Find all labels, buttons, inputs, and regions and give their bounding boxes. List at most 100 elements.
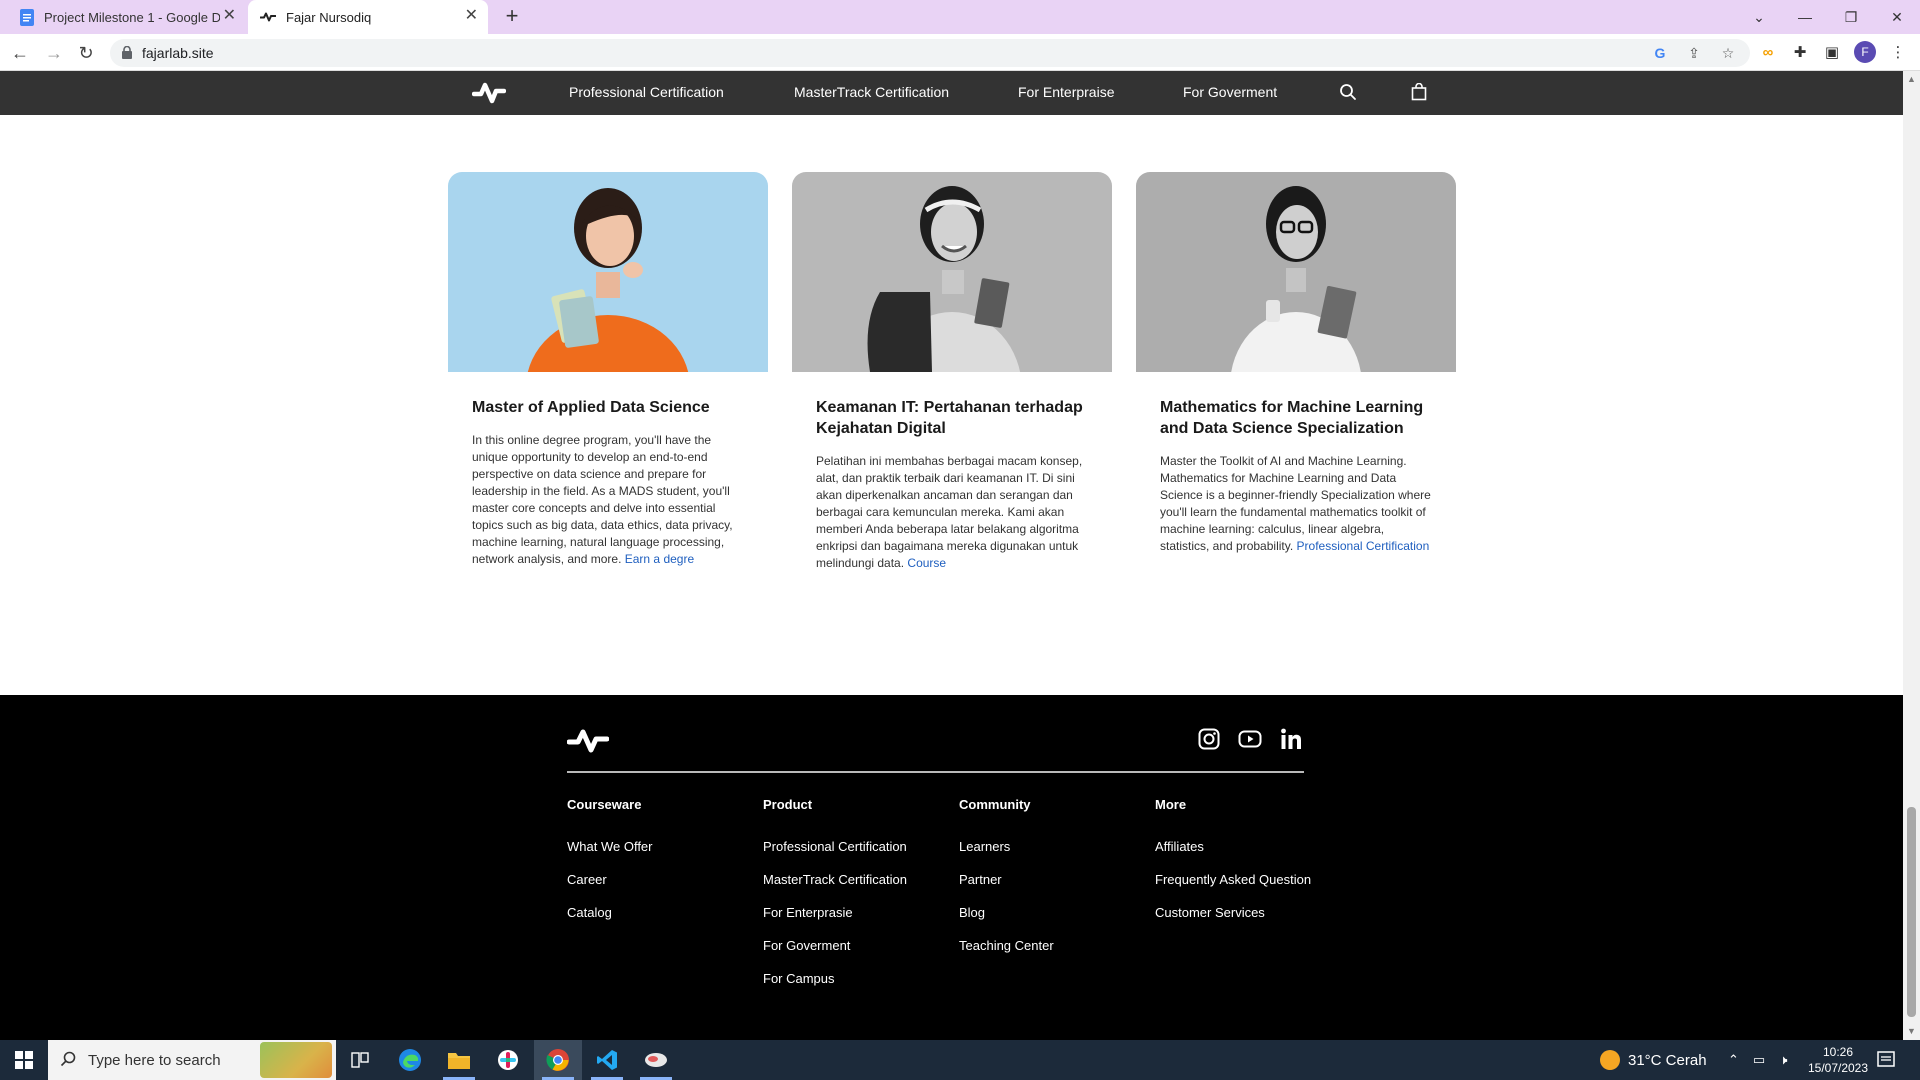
course-title[interactable]: Master of Applied Data Science: [472, 397, 744, 418]
taskbar-app-edge[interactable]: [386, 1040, 434, 1080]
footer-link[interactable]: Frequently Asked Question: [1155, 872, 1311, 905]
reload-button[interactable]: ↻: [74, 41, 98, 65]
course-image: [1136, 172, 1456, 372]
nav-for-goverment[interactable]: For Goverment: [1183, 84, 1277, 100]
taskbar-search-box[interactable]: Type here to search: [48, 1040, 336, 1080]
footer-link[interactable]: Customer Services: [1155, 905, 1311, 938]
footer-link[interactable]: MasterTrack Certification: [763, 872, 907, 905]
search-icon[interactable]: [1339, 83, 1357, 101]
page-scrollbar[interactable]: ▲ ▼: [1903, 71, 1920, 1040]
instagram-icon[interactable]: [1198, 728, 1220, 750]
footer-link[interactable]: For Campus: [763, 971, 907, 1004]
tab-title: Project Milestone 1 - Google Docs: [44, 9, 220, 25]
address-bar[interactable]: fajarlab.site G ⇪ ☆: [110, 39, 1750, 67]
close-window-button[interactable]: ✕: [1874, 0, 1920, 34]
taskbar-app-chrome[interactable]: [534, 1040, 582, 1080]
restore-button[interactable]: ❐: [1828, 0, 1874, 34]
course-title[interactable]: Keamanan IT: Pertahanan terhadap Kejahat…: [816, 397, 1088, 439]
course-title[interactable]: Mathematics for Machine Learning and Dat…: [1160, 397, 1432, 439]
course-description: In this online degree program, you'll ha…: [472, 432, 744, 568]
vscode-icon: [597, 1050, 617, 1070]
courses-section: Master of Applied Data Science In this o…: [0, 115, 1903, 695]
extension-icon[interactable]: ∞: [1758, 41, 1778, 63]
bookmark-star-icon[interactable]: ☆: [1718, 43, 1738, 63]
taskbar-clock[interactable]: 10:26 15/07/2023: [1800, 1044, 1876, 1076]
footer-link[interactable]: Catalog: [567, 905, 653, 938]
footer-link[interactable]: Affiliates: [1155, 839, 1311, 872]
tab-title: Fajar Nursodiq: [286, 9, 372, 25]
taskbar-app-vscode[interactable]: [583, 1040, 631, 1080]
course-link[interactable]: Course: [907, 556, 946, 570]
taskbar-app-slack[interactable]: [484, 1040, 532, 1080]
linkedin-icon[interactable]: [1280, 728, 1302, 750]
site-logo-icon[interactable]: [472, 81, 506, 105]
taskbar-app-pinned[interactable]: [632, 1040, 680, 1080]
new-tab-button[interactable]: +: [500, 5, 524, 29]
course-link[interactable]: Earn a degre: [625, 552, 694, 566]
lock-icon: [122, 46, 132, 59]
footer-link[interactable]: Partner: [959, 872, 1054, 905]
footer-link[interactable]: Professional Certification: [763, 839, 907, 872]
footer-logo-icon[interactable]: [567, 728, 609, 754]
notification-icon[interactable]: [1876, 1050, 1896, 1070]
share-icon[interactable]: ⇪: [1684, 43, 1704, 63]
tab-google-docs[interactable]: Project Milestone 1 - Google Docs ✕: [8, 0, 246, 34]
footer-link[interactable]: Teaching Center: [959, 938, 1054, 971]
course-card[interactable]: Master of Applied Data Science In this o…: [448, 172, 768, 568]
footer-heading: Product: [763, 797, 813, 812]
back-button[interactable]: ←: [8, 41, 32, 65]
tab-fajar-nursodiq[interactable]: Fajar Nursodiq ✕: [248, 0, 488, 34]
course-card[interactable]: Keamanan IT: Pertahanan terhadap Kejahat…: [792, 172, 1112, 572]
scrollbar-thumb[interactable]: [1907, 807, 1916, 1017]
start-button[interactable]: [0, 1040, 48, 1080]
browser-tab-bar: Project Milestone 1 - Google Docs ✕ Faja…: [0, 0, 1920, 34]
course-card[interactable]: Mathematics for Machine Learning and Dat…: [1136, 172, 1456, 555]
google-icon[interactable]: G: [1650, 43, 1670, 63]
folder-icon: [448, 1053, 470, 1069]
taskbar-app-file-explorer[interactable]: [435, 1040, 483, 1080]
puzzle-icon[interactable]: ✚: [1790, 41, 1810, 63]
omnibox-actions: G ⇪ ☆: [1650, 43, 1738, 63]
tab-close-icon[interactable]: ✕: [223, 8, 236, 24]
tab-close-icon[interactable]: ✕: [465, 8, 478, 24]
youtube-icon[interactable]: [1238, 728, 1262, 750]
footer-link[interactable]: For Enterprasie: [763, 905, 907, 938]
scroll-up-arrow-icon[interactable]: ▲: [1903, 71, 1920, 88]
footer-link[interactable]: For Goverment: [763, 938, 907, 971]
nav-mastertrack-certification[interactable]: MasterTrack Certification: [794, 84, 949, 100]
menu-kebab-icon[interactable]: ⋮: [1888, 41, 1908, 63]
volume-muted-icon[interactable]: 🕨: [1779, 1052, 1787, 1068]
course-description: Master the Toolkit of AI and Machine Lea…: [1160, 453, 1432, 555]
forward-button[interactable]: →: [42, 41, 66, 65]
footer-link[interactable]: Career: [567, 872, 653, 905]
weather-widget[interactable]: 31°C Cerah: [1600, 1040, 1707, 1080]
site-header: Professional Certification MasterTrack C…: [0, 71, 1903, 115]
system-tray: ⌃ ▭ 🕨: [1728, 1052, 1787, 1068]
nav-professional-certification[interactable]: Professional Certification: [569, 84, 724, 100]
windows-logo-icon: [15, 1051, 33, 1069]
scroll-down-arrow-icon[interactable]: ▼: [1903, 1023, 1920, 1040]
profile-avatar[interactable]: F: [1854, 41, 1876, 63]
footer-heading: More: [1155, 797, 1187, 812]
side-panel-icon[interactable]: ▣: [1822, 41, 1842, 63]
chevron-up-icon[interactable]: ⌃: [1728, 1052, 1739, 1068]
network-icon[interactable]: ▭: [1753, 1052, 1765, 1068]
course-description-text: In this online degree program, you'll ha…: [472, 433, 733, 566]
footer-link[interactable]: Learners: [959, 839, 1054, 872]
minimize-button[interactable]: —: [1782, 0, 1828, 34]
footer-link[interactable]: What We Offer: [567, 839, 653, 872]
search-icon: [60, 1051, 76, 1067]
course-image: [792, 172, 1112, 372]
footer-column-courseware: Courseware What We Offer Career Catalog: [567, 797, 653, 938]
nav-for-enterpraise[interactable]: For Enterpraise: [1018, 84, 1114, 100]
footer-link[interactable]: Blog: [959, 905, 1054, 938]
extensions-area: ∞ ✚ ▣ F ⋮: [1758, 41, 1908, 63]
tab-search-icon[interactable]: ⌄: [1736, 0, 1782, 34]
footer-column-more: More Affiliates Frequently Asked Questio…: [1155, 797, 1311, 938]
student-illustration: [1231, 186, 1361, 372]
task-view-button[interactable]: [336, 1040, 384, 1080]
shopping-bag-icon[interactable]: [1411, 83, 1427, 101]
google-docs-icon: [20, 8, 34, 26]
slack-icon: [498, 1050, 518, 1070]
course-link[interactable]: Professional Certification: [1297, 539, 1430, 553]
